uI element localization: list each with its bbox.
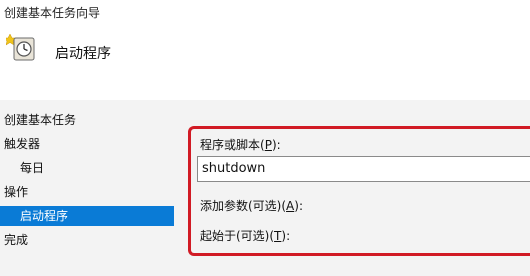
page-title: 启动程序 — [55, 46, 111, 62]
sidebar-item-create-task[interactable]: 创建基本任务 — [4, 110, 76, 130]
program-label: 程序或脚本(P): — [200, 138, 281, 152]
sidebar-item-trigger[interactable]: 触发器 — [4, 134, 40, 154]
sidebar-item-daily[interactable]: 每日 — [20, 158, 44, 178]
sidebar-item-start-program[interactable]: 启动程序 — [0, 206, 174, 226]
sidebar-item-action[interactable]: 操作 — [4, 182, 28, 202]
program-input[interactable]: shutdown — [197, 156, 530, 182]
window-title: 创建基本任务向导 — [4, 6, 101, 20]
arguments-label: 添加参数(可选)(A): — [200, 199, 303, 213]
start-in-label: 起始于(可选)(T): — [200, 229, 291, 243]
task-clock-icon — [3, 32, 36, 62]
sidebar-item-finish[interactable]: 完成 — [4, 230, 28, 250]
